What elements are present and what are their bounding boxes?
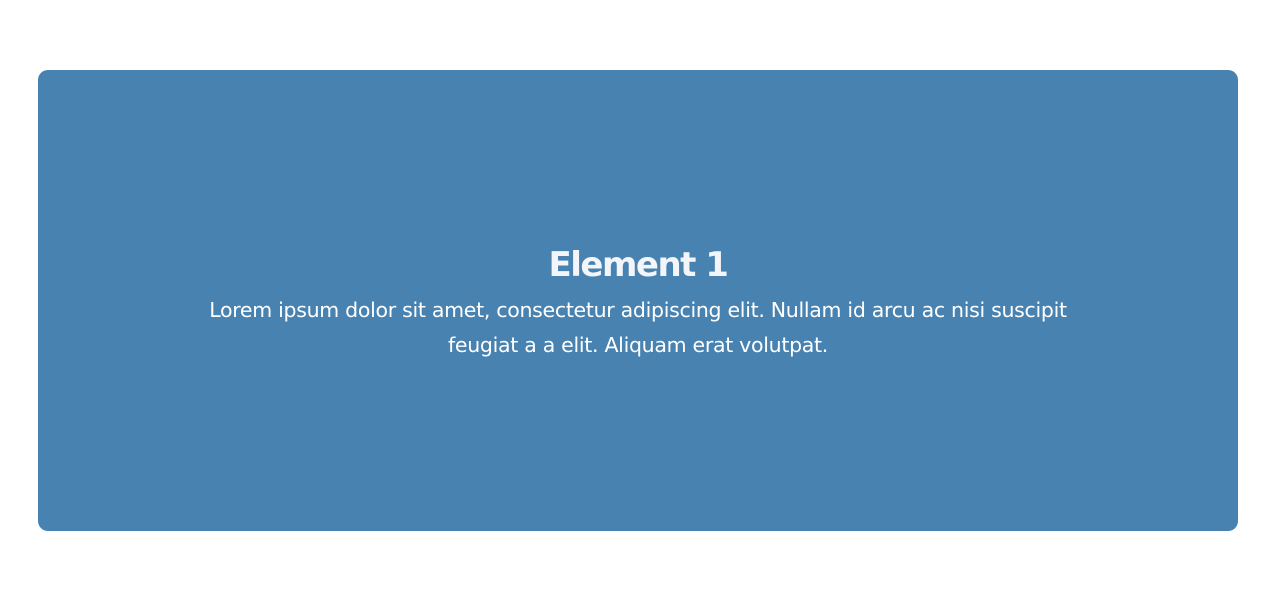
element-card: Element 1 Lorem ipsum dolor sit amet, co… bbox=[38, 70, 1238, 531]
card-content: Element 1 Lorem ipsum dolor sit amet, co… bbox=[208, 245, 1068, 363]
card-body-text: Lorem ipsum dolor sit amet, consectetur … bbox=[209, 297, 1067, 357]
card-title: Element 1 bbox=[548, 244, 729, 285]
